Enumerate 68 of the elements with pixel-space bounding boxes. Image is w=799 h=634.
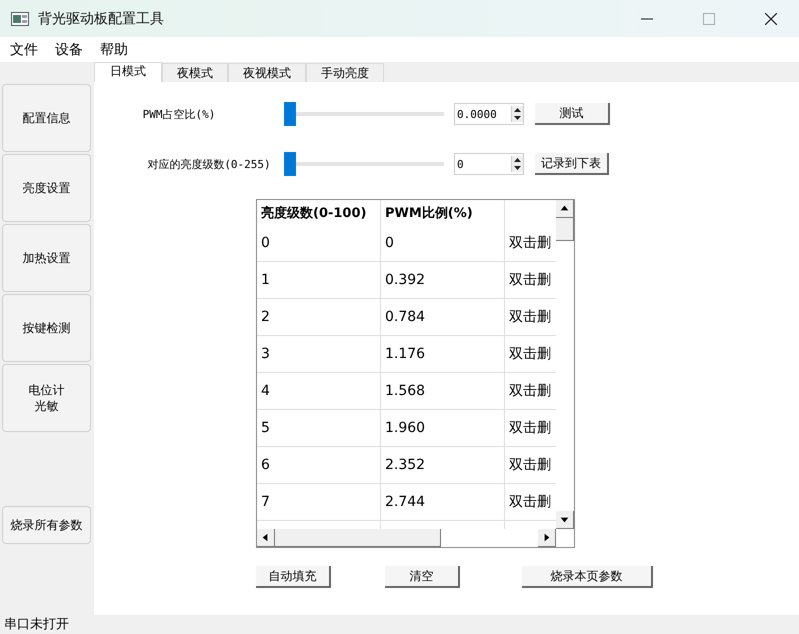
table-cell: 6 (257, 447, 381, 483)
tab[interactable]: 手动亮度 (306, 63, 384, 82)
scroll-right-icon[interactable] (538, 529, 556, 547)
table-cell-text: 双击删 (508, 308, 552, 327)
menu-item[interactable]: 设备 (55, 40, 83, 58)
spin-box[interactable]: 0 (454, 153, 524, 175)
table-cell: 1.176 (381, 336, 505, 372)
up-arrow-icon[interactable] (512, 156, 523, 164)
menu-item[interactable]: 帮助 (100, 40, 128, 58)
table-cell: 0.784 (381, 299, 505, 335)
slider[interactable] (284, 152, 444, 176)
table-cell: 7 (257, 484, 381, 520)
table-cell: 1.960 (381, 410, 505, 446)
table-cell-text: 双击删 (508, 234, 552, 253)
sidebar-button[interactable]: 亮度设置 (2, 154, 91, 222)
slider-thumb[interactable] (284, 152, 296, 176)
close-icon[interactable] (765, 12, 777, 24)
table-cell: 3 (257, 336, 381, 372)
table-cell: 4 (257, 373, 381, 409)
table-cell: 5 (257, 410, 381, 446)
scroll-down-icon[interactable] (556, 511, 574, 529)
table-cell: 2.352 (381, 447, 505, 483)
scroll-up-icon[interactable] (556, 200, 574, 218)
window-title: 背光驱动板配置工具 (38, 10, 164, 28)
horizontal-scrollbar[interactable] (257, 529, 556, 547)
table-cell: 0 (381, 225, 505, 261)
table-cell: 2.744 (381, 484, 505, 520)
sidebar-button[interactable]: 按键检测 (2, 294, 91, 362)
table-cell-text: 双击删 (508, 345, 552, 364)
scroll-left-icon[interactable] (257, 529, 275, 547)
slider-thumb[interactable] (284, 102, 296, 126)
field-label: 对应的亮度级数(0-255) (146, 156, 272, 172)
menu-item[interactable]: 文件 (10, 40, 38, 58)
table-cell: 0.392 (381, 262, 505, 298)
table-cell-text: 双击删 (508, 456, 552, 475)
slider[interactable] (284, 102, 444, 126)
table-cell: 1 (257, 262, 381, 298)
field-label: PWM占空比(%) (142, 106, 216, 122)
scroll-thumb[interactable] (556, 218, 574, 241)
action-button[interactable]: 清空 (385, 566, 460, 588)
sidebar-button[interactable]: 加热设置 (2, 224, 91, 292)
tab[interactable]: 日模式 (94, 62, 162, 82)
spin-box[interactable]: 0.0000 (454, 103, 524, 125)
scroll-thumb[interactable] (275, 529, 441, 547)
status-text: 串口未打开 (3, 616, 70, 634)
table-cell-text: 双击删 (508, 382, 552, 401)
column-header: PWM比例(%) (381, 200, 505, 225)
burn-all-button[interactable]: 烧录所有参数 (2, 506, 91, 544)
table-cell-text: 双击删 (508, 493, 552, 512)
column-header: 亮度级数(0-100) (257, 200, 381, 225)
vertical-scrollbar[interactable] (556, 200, 574, 529)
table-cell: 2 (257, 299, 381, 335)
table-cell: 0 (257, 225, 381, 261)
down-arrow-icon[interactable] (512, 114, 523, 122)
action-button[interactable]: 自动填充 (256, 566, 331, 588)
table-cell-text: 双击删 (508, 271, 552, 290)
sidebar-button[interactable]: 电位计 光敏 (2, 364, 91, 432)
up-arrow-icon[interactable] (512, 106, 523, 114)
action-button[interactable]: 记录到下表 (535, 153, 609, 175)
down-arrow-icon[interactable] (512, 164, 523, 172)
tab[interactable]: 夜模式 (162, 63, 228, 82)
action-button[interactable]: 烧录本页参数 (522, 566, 653, 588)
table-cell-text: 双击删 (508, 419, 552, 438)
app-icon (11, 12, 29, 26)
tab[interactable]: 夜视模式 (228, 63, 306, 82)
sidebar-button[interactable]: 配置信息 (2, 84, 91, 152)
action-button[interactable]: 测试 (535, 103, 610, 125)
table-cell: 1.568 (381, 373, 505, 409)
